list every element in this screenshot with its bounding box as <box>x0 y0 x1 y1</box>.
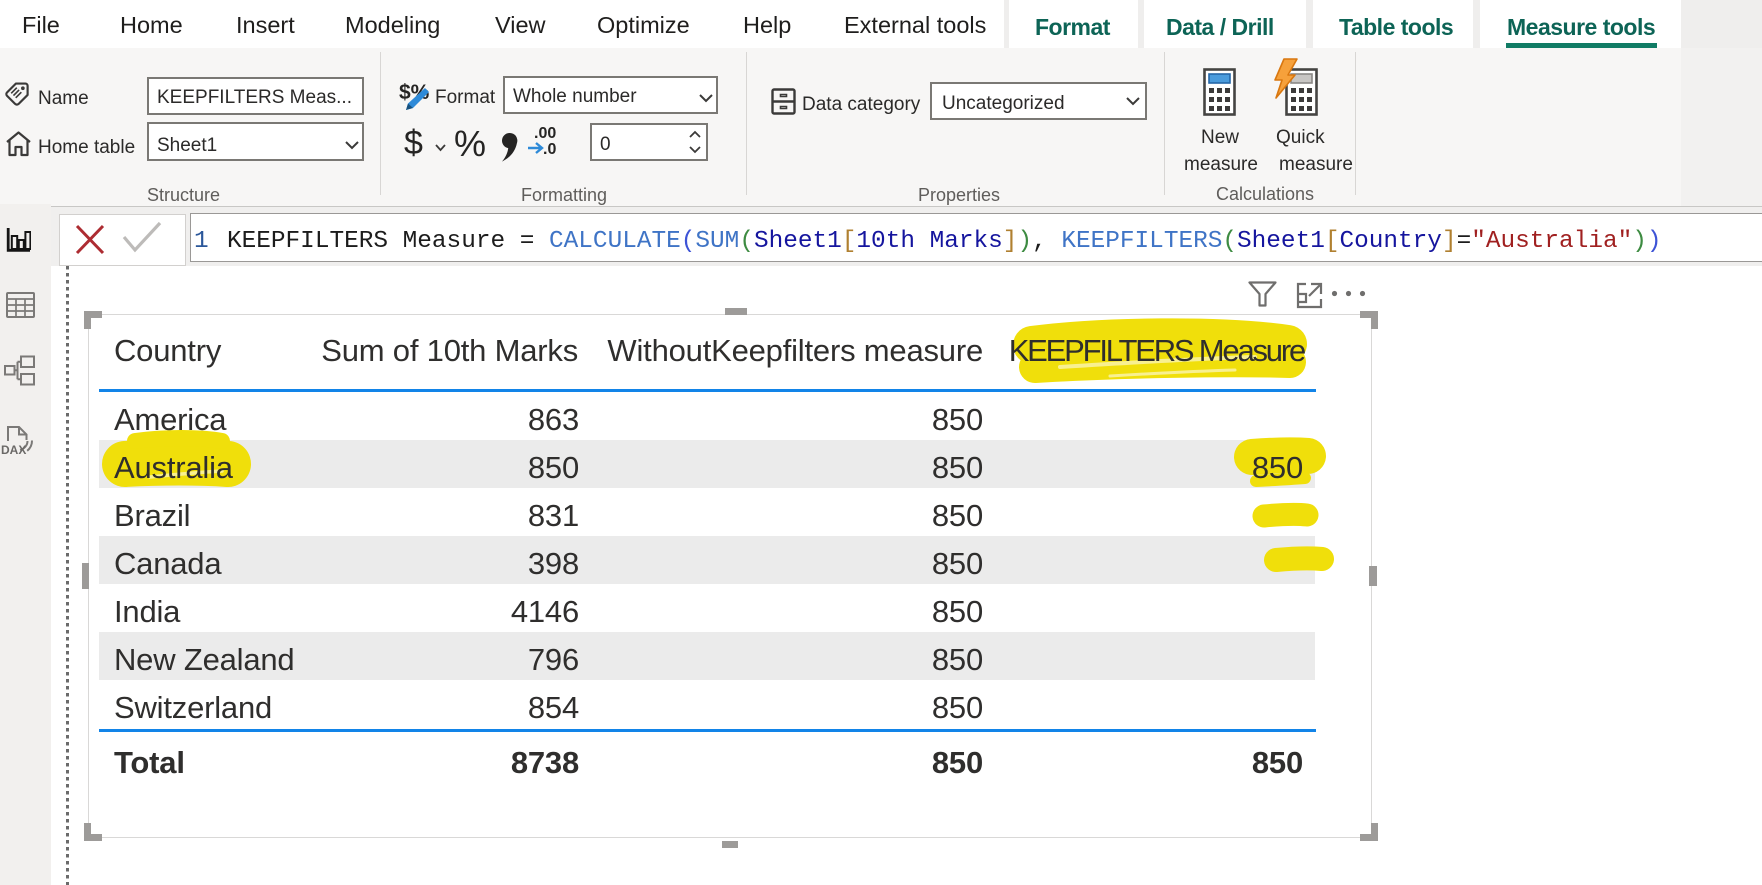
svg-text:DAX: DAX <box>1 443 26 457</box>
